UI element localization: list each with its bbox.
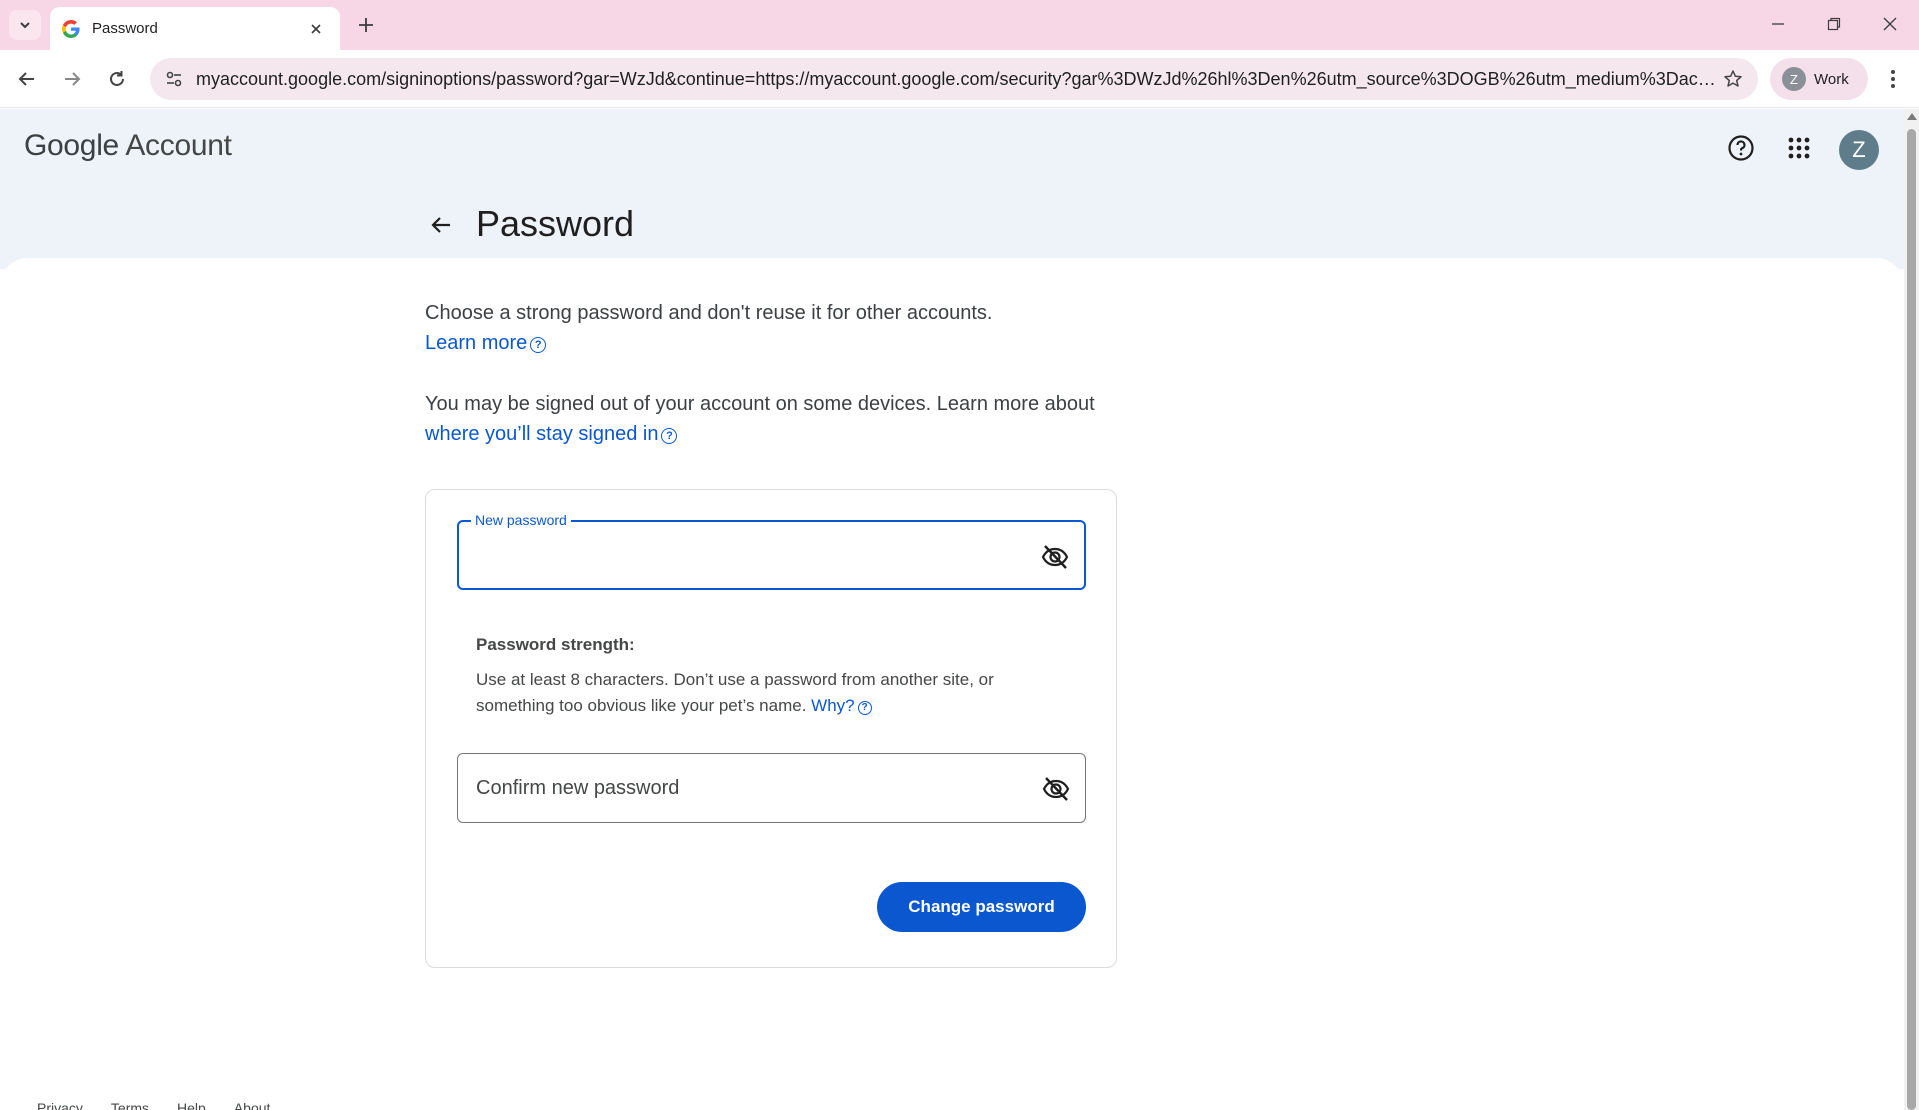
change-password-button[interactable]: Change password (877, 882, 1086, 932)
apps-button[interactable] (1777, 126, 1821, 170)
restore-icon (1827, 17, 1841, 31)
apps-grid-icon (1788, 137, 1810, 159)
footer-link-privacy[interactable]: Privacy (37, 1100, 83, 1110)
help-circle-icon: ? (661, 428, 678, 444)
help-circle-icon: ? (857, 701, 872, 715)
restore-button[interactable] (1814, 6, 1854, 42)
visibility-off-icon[interactable] (1039, 772, 1073, 806)
why-link[interactable]: Why? (811, 696, 854, 715)
minimize-icon (1772, 23, 1784, 25)
reload-icon (110, 71, 124, 86)
account-avatar[interactable]: Z (1839, 130, 1879, 170)
visibility-off-icon[interactable] (1038, 540, 1072, 574)
new-tab-button[interactable] (352, 11, 380, 39)
google-account-logo[interactable]: Google Account (24, 129, 232, 163)
profile-avatar: Z (1782, 67, 1806, 91)
help-button[interactable] (1719, 126, 1763, 170)
confirm-password-input[interactable] (476, 754, 1016, 822)
signout-text: You may be signed out of your account on… (425, 393, 1095, 415)
plus-icon (359, 18, 373, 32)
help-icon (1728, 135, 1754, 161)
close-window-button[interactable] (1870, 6, 1910, 42)
forward-button[interactable] (54, 61, 90, 97)
arrow-left-icon (431, 217, 450, 233)
arrow-right-icon (65, 72, 81, 86)
browser-toolbar: myaccount.google.com/signinoptions/passw… (0, 50, 1919, 108)
confirm-password-field[interactable] (457, 753, 1086, 823)
strength-hint: Use at least 8 characters. Don’t use a p… (476, 670, 994, 715)
intro-text: Choose a strong password and don't reuse… (425, 302, 993, 324)
back-button[interactable] (9, 61, 45, 97)
browser-tab[interactable]: Password (50, 7, 340, 50)
scrollbar-thumb[interactable] (1907, 129, 1916, 1110)
new-password-input[interactable] (477, 522, 1017, 588)
page-back-button[interactable] (421, 205, 461, 245)
scroll-up-arrow-icon[interactable] (1907, 113, 1917, 120)
arrow-left-icon (18, 72, 34, 86)
chevron-down-icon (20, 22, 30, 29)
address-bar[interactable]: myaccount.google.com/signinoptions/passw… (150, 58, 1758, 100)
tab-search-button[interactable] (9, 10, 41, 40)
signout-paragraph: You may be signed out of your account on… (425, 389, 1145, 449)
tab-title: Password (92, 20, 158, 37)
help-circle-icon: ? (530, 337, 547, 353)
bookmark-star-icon[interactable] (1718, 64, 1748, 94)
browser-menu-button[interactable] (1876, 61, 1910, 97)
footer-link-terms[interactable]: Terms (111, 1100, 149, 1110)
profile-chip[interactable]: Z Work (1770, 58, 1868, 100)
google-favicon-icon (60, 18, 82, 40)
page-title: Password (476, 203, 635, 244)
page-footer: Privacy Terms Help About (37, 1100, 270, 1110)
close-icon (1883, 17, 1897, 31)
page-scrollbar[interactable] (1904, 109, 1919, 1110)
profile-label: Work (1814, 70, 1849, 88)
browser-tab-bar: Password (0, 0, 1919, 50)
password-form-card: New password Password strength: Use at l… (425, 489, 1117, 968)
more-vert-icon (1891, 70, 1895, 88)
strength-title: Password strength: (476, 635, 635, 654)
learn-more-link[interactable]: Learn more (425, 332, 527, 354)
footer-link-help[interactable]: Help (177, 1100, 206, 1110)
minimize-button[interactable] (1758, 6, 1798, 42)
account-header: Google Account Z Password (0, 109, 1904, 269)
site-info-icon[interactable] (154, 59, 194, 99)
tab-close-icon[interactable] (304, 17, 328, 41)
new-password-field[interactable]: New password (457, 512, 1086, 590)
reload-button[interactable] (99, 61, 135, 97)
intro-paragraph: Choose a strong password and don't reuse… (425, 298, 1145, 358)
stay-signed-in-link[interactable]: where you’ll stay signed in (425, 423, 658, 445)
footer-link-about[interactable]: About (234, 1100, 271, 1110)
url-text[interactable]: myaccount.google.com/signinoptions/passw… (196, 69, 1716, 90)
